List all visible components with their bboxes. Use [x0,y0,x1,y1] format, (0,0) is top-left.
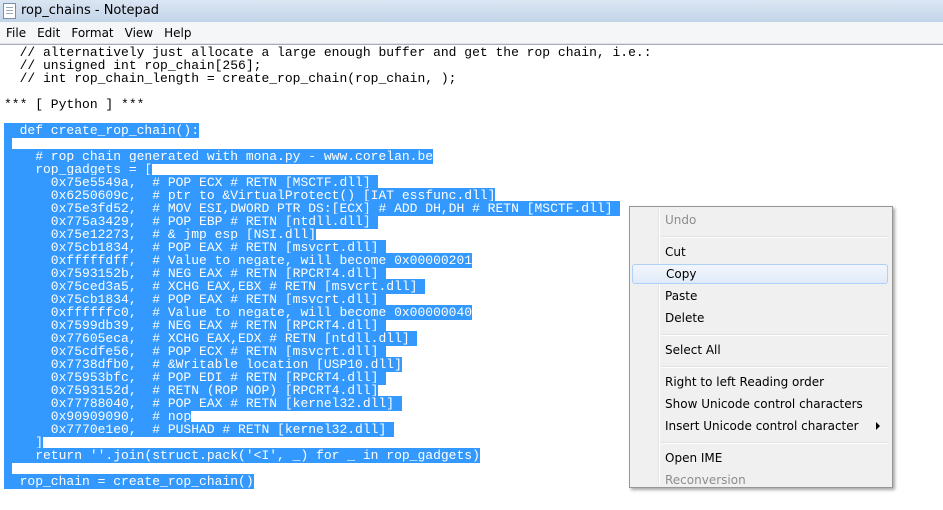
menu-item-label: Select All [665,343,721,357]
text-line: *** [ Python ] *** [4,98,652,111]
context-menu: Undo Cut Copy Paste Delete Select All Right to… [629,206,893,488]
menu-edit[interactable]: Edit [31,22,65,43]
menu-view[interactable]: View [119,22,158,43]
title-bar: rop_chains - Notepad [0,0,943,22]
line-text: *** [ Python ] *** [4,97,145,112]
text-line: 0x7770e1e0, # PUSHAD # RETN [kernel32.dl… [4,422,652,437]
text-line: def create_rop_chain(): [4,123,652,138]
menu-item-reconversion: Reconversion [632,470,888,490]
text-line: // int rop_chain_length = create_rop_cha… [4,72,652,85]
window-title: rop_chains - Notepad [21,3,159,18]
line-text: // int rop_chain_length = create_rop_cha… [4,71,457,86]
menu-item-label: Right to left Reading order [665,375,825,389]
text-line: rop_chain = create_rop_chain() [4,474,652,489]
menu-item-delete[interactable]: Delete [632,308,888,328]
menu-bar: File Edit Format View Help [0,22,943,44]
menu-item-label: Delete [665,311,705,325]
menu-item-label: Copy [666,267,697,281]
menu-item-paste[interactable]: Paste [632,286,888,306]
menu-item-select-all[interactable]: Select All [632,340,888,360]
menu-item-label: Open IME [665,451,723,465]
line-text: rop_chain = create_rop_chain() [4,474,254,489]
menu-item-label: Cut [665,245,686,259]
line-text: 0x7770e1e0, # PUSHAD # RETN [kernel32.dl… [4,422,395,437]
menu-item-label: Show Unicode control characters [665,397,863,411]
menu-item-label: Undo [665,213,697,227]
menu-help[interactable]: Help [158,22,196,43]
menu-separator [661,236,888,238]
menu-item-right-to-left-reading-order[interactable]: Right to left Reading order [632,372,888,392]
menu-item-insert-unicode-control-character[interactable]: Insert Unicode control character [632,416,888,436]
menu-separator [661,442,888,444]
menu-separator [661,366,888,368]
line-text: return ''.join(struct.pack('<I', _) for … [4,448,480,463]
menu-file[interactable]: File [0,22,31,43]
line-text: def create_rop_chain(): [4,123,200,138]
menu-item-label: Insert Unicode control character [665,419,859,433]
menu-item-show-unicode-control-characters[interactable]: Show Unicode control characters [632,394,888,414]
text-line: return ''.join(struct.pack('<I', _) for … [4,448,652,463]
menu-item-open-ime[interactable]: Open IME [632,448,888,468]
menu-item-undo: Undo [632,210,888,230]
menu-item-cut[interactable]: Cut [632,242,888,262]
notepad-icon [3,3,16,19]
menu-item-label: Paste [665,289,698,303]
menu-format[interactable]: Format [65,22,118,43]
menu-separator [661,334,888,336]
menu-item-label: Reconversion [665,473,746,487]
editor-content[interactable]: // alternatively just allocate a large e… [4,46,652,489]
menu-item-copy[interactable]: Copy [632,264,888,284]
submenu-arrow-icon [876,422,880,430]
